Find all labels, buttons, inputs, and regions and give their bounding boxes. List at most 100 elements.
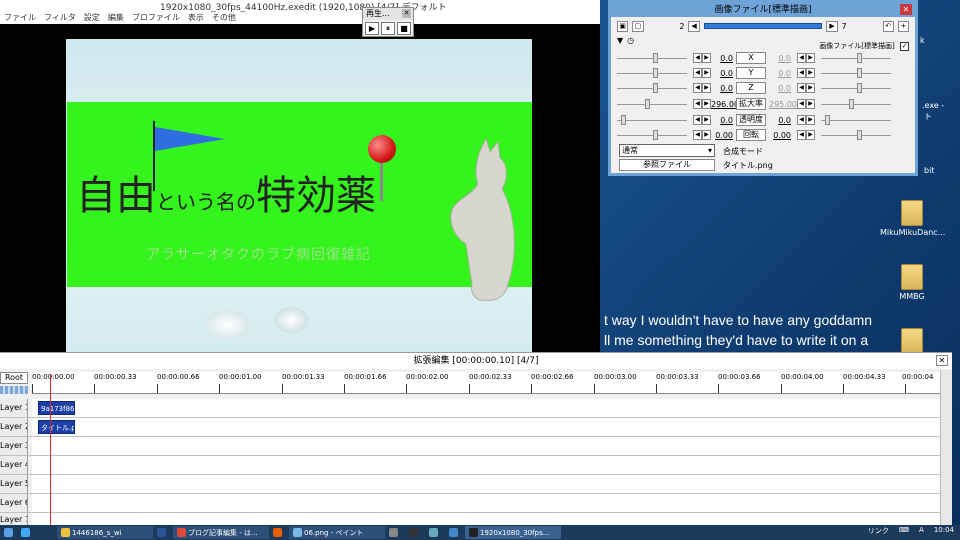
taskbar-pinned-app[interactable] [385,526,405,539]
layer-track[interactable]: 9a173f86 [32,399,940,417]
param-label-button[interactable]: 回転 [736,129,766,141]
layer-label[interactable]: Layer 2 [0,418,28,436]
reference-file-button[interactable]: 参照ファイル [619,159,715,171]
slider-knob[interactable] [849,98,854,109]
slider-knob[interactable] [857,129,862,140]
prev-frame-button[interactable]: ◀ [688,20,700,32]
param-value-end[interactable]: 295.00 [769,100,797,109]
time-ruler[interactable]: 00:00:00.00 00:00:00.33 00:00:00.66 00:0… [32,372,940,394]
desktop-icon-mmbg[interactable]: MMBG [880,264,944,301]
increment-button[interactable]: ▶ [806,83,815,93]
desktop-icon-mikumikudance[interactable]: MikuMikuDanc... [880,200,945,237]
blend-mode-select[interactable]: 通常 ▾ [619,144,715,157]
layer-label[interactable]: Layer 3 [0,437,28,455]
decrement-button[interactable]: ◀ [693,115,702,125]
param-slider-right[interactable] [821,129,891,140]
layer-track[interactable] [32,437,940,455]
param-value-end[interactable]: 0.00 [769,131,791,140]
menu-settings[interactable]: 設定 [84,12,100,24]
param-value-end[interactable]: 0.0 [769,84,791,93]
decrement-button[interactable]: ◀ [797,53,806,63]
param-value-start[interactable]: 296.00 [711,100,739,109]
layer-label[interactable]: Layer 5 [0,475,28,493]
taskbar-pinned-app[interactable] [445,526,465,539]
add-icon[interactable]: + [897,20,910,32]
timeline-titlebar[interactable]: 拡張編集 [00:00:00.10] [4/7] ✕ [0,353,952,369]
clock[interactable]: 10:04 [934,526,954,536]
param-label-button[interactable]: Z [736,82,766,94]
chevron-down-icon[interactable]: ▼ [617,36,623,45]
decrement-button[interactable]: ◀ [693,53,702,63]
decrement-button[interactable]: ◀ [797,68,806,78]
taskbar-item[interactable]: 1446186_s_wi [57,526,153,539]
increment-button[interactable]: ▶ [702,83,711,93]
param-slider-left[interactable] [617,98,687,109]
param-value-end[interactable]: 0.0 [769,54,791,63]
increment-button[interactable]: ▶ [806,130,815,140]
ime-icon[interactable]: A [919,526,924,536]
increment-button[interactable]: ▶ [806,53,815,63]
property-titlebar[interactable]: 画像ファイル[標準描画] ✕ [611,3,915,17]
param-value-end[interactable]: 0.0 [769,69,791,78]
param-value-start[interactable]: 0.0 [711,54,733,63]
main-titlebar[interactable]: 1920x1080_30fps_44100Hz.exedit (1920,108… [0,0,600,13]
menu-edit[interactable]: 編集 [108,12,124,24]
param-slider-right[interactable] [821,114,891,125]
menu-profile[interactable]: プロファイル [132,12,180,24]
increment-button[interactable]: ▶ [702,53,711,63]
slider-knob[interactable] [645,98,650,109]
decrement-button[interactable]: ◀ [797,99,806,109]
param-value-start[interactable]: 0.00 [711,131,733,140]
param-slider-right[interactable] [821,67,891,78]
increment-button[interactable]: ▶ [806,115,815,125]
increment-button[interactable]: ▶ [806,68,815,78]
param-label-button[interactable]: 透明度 [736,114,766,126]
slider-knob[interactable] [653,82,658,93]
param-slider-right[interactable] [821,98,891,109]
taskbar-pinned-ie[interactable] [17,526,57,539]
taskbar-pinned-word[interactable] [153,526,173,539]
slider-knob[interactable] [825,114,830,125]
increment-button[interactable]: ▶ [702,99,711,109]
taskbar-pinned-app[interactable] [405,526,425,539]
undo-icon[interactable]: ↶ [882,20,894,32]
param-slider-left[interactable] [617,114,687,125]
layer-track[interactable] [32,475,940,493]
stop-button[interactable]: ■ [397,22,411,35]
taskbar-pinned-firefox[interactable] [269,526,289,539]
layer-label[interactable]: Layer 4 [0,456,28,474]
slider-knob[interactable] [653,52,658,63]
pause-button[interactable]: ⏸ [381,22,395,35]
timeline-clip[interactable]: 9a173f86 [38,401,75,415]
layer-label[interactable]: Layer 6 [0,494,28,512]
layer-track[interactable] [32,456,940,474]
menu-view[interactable]: 表示 [188,12,204,24]
taskbar-item-active[interactable]: 1920x1080_30fps... [465,526,561,539]
param-label-button[interactable]: Y [736,67,766,79]
decrement-button[interactable]: ◀ [797,83,806,93]
decrement-button[interactable]: ◀ [693,68,702,78]
slider-knob[interactable] [621,114,626,125]
taskbar-item[interactable]: ブログ記事編集 - は... [173,526,269,539]
increment-button[interactable]: ▶ [702,68,711,78]
frame-range-bar[interactable] [703,23,823,29]
decrement-button[interactable]: ◀ [797,115,806,125]
paste-icon[interactable]: ▢ [632,20,644,32]
slider-knob[interactable] [653,67,658,78]
taskbar-item[interactable]: 06.png - ペイント [289,526,385,539]
decrement-button[interactable]: ◀ [693,83,702,93]
layer-label[interactable]: Layer 1 [0,399,28,417]
param-label-button[interactable]: 拡大率 [736,98,766,110]
slider-knob[interactable] [857,82,862,93]
param-slider-left[interactable] [617,129,687,140]
layer-track[interactable] [32,494,940,512]
play-window-titlebar[interactable]: 再生... ✕ [363,8,413,20]
keyboard-icon[interactable]: ⌨ [899,526,909,536]
menu-other[interactable]: その他 [212,12,236,24]
tray-link-label[interactable]: リンク [868,526,889,536]
close-icon[interactable]: ✕ [900,4,912,15]
param-slider-right[interactable] [821,82,891,93]
slider-knob[interactable] [653,129,658,140]
close-icon[interactable]: ✕ [936,355,948,366]
copy-icon[interactable]: ▣ [617,20,629,32]
